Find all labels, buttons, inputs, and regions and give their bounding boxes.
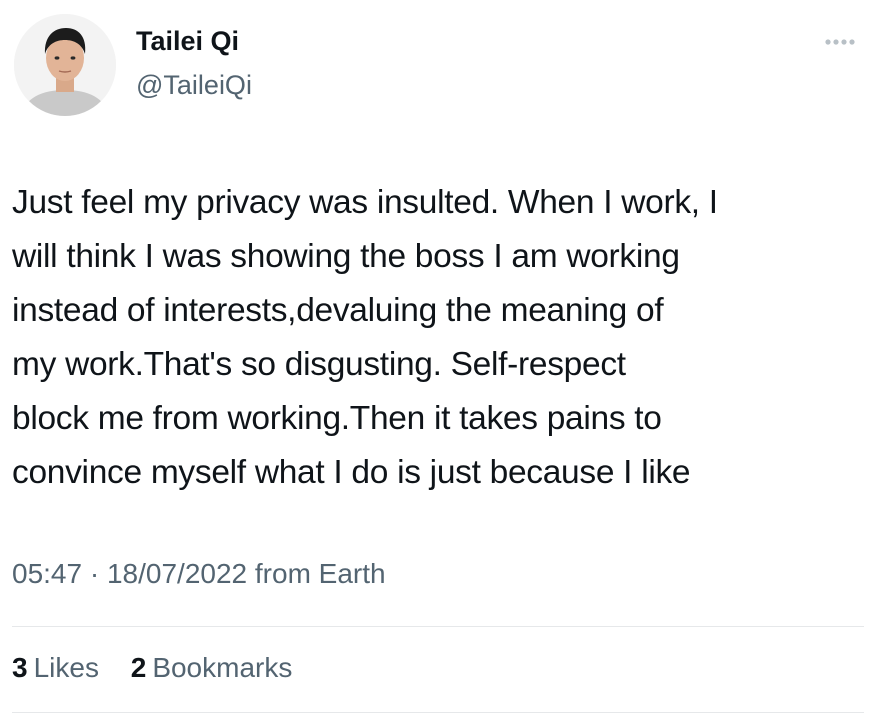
- tweet-source: from Earth: [254, 558, 386, 589]
- tweet-time[interactable]: 05:47: [12, 558, 82, 589]
- tweet-card: Tailei Qi @TaileiQi Just feel my privacy…: [0, 0, 888, 720]
- bookmarks-label: Bookmarks: [152, 652, 293, 683]
- author-display-name[interactable]: Tailei Qi: [136, 26, 239, 57]
- tweet-date[interactable]: 18/07/2022: [107, 558, 247, 589]
- tweet-text-line: block me from working.Then it takes pain…: [12, 400, 662, 437]
- more-options-button[interactable]: [818, 30, 862, 54]
- tweet-text-line: will think I was showing the boss I am w…: [12, 238, 680, 275]
- tweet-text-line: instead of interests,devaluing the meani…: [12, 292, 664, 329]
- divider: [12, 626, 864, 627]
- tweet-text-line: convince myself what I do is just becaus…: [12, 454, 691, 491]
- tweet-text-line: my work.That's so disgusting. Self-respe…: [12, 346, 626, 383]
- tweet-timestamp: 05:47 · 18/07/2022 from Earth: [12, 558, 386, 590]
- likes-stat[interactable]: 3 Likes: [12, 652, 99, 684]
- divider: [12, 712, 864, 713]
- author-handle[interactable]: @TaileiQi: [136, 70, 252, 101]
- likes-count: 3: [12, 652, 28, 683]
- bookmarks-count: 2: [130, 652, 147, 683]
- engagement-stats: 3 Likes 2 Bookmarks: [12, 652, 316, 684]
- bookmarks-stat[interactable]: 2 Bookmarks: [131, 652, 293, 684]
- ellipsis-icon: [825, 39, 855, 45]
- meta-separator: ·: [89, 558, 100, 589]
- profile-photo-icon: [14, 14, 116, 116]
- avatar[interactable]: [14, 14, 116, 116]
- tweet-text: Just feel my privacy was insulted. When …: [12, 176, 872, 500]
- likes-label: Likes: [33, 652, 99, 683]
- tweet-text-line: Just feel my privacy was insulted. When …: [12, 184, 718, 221]
